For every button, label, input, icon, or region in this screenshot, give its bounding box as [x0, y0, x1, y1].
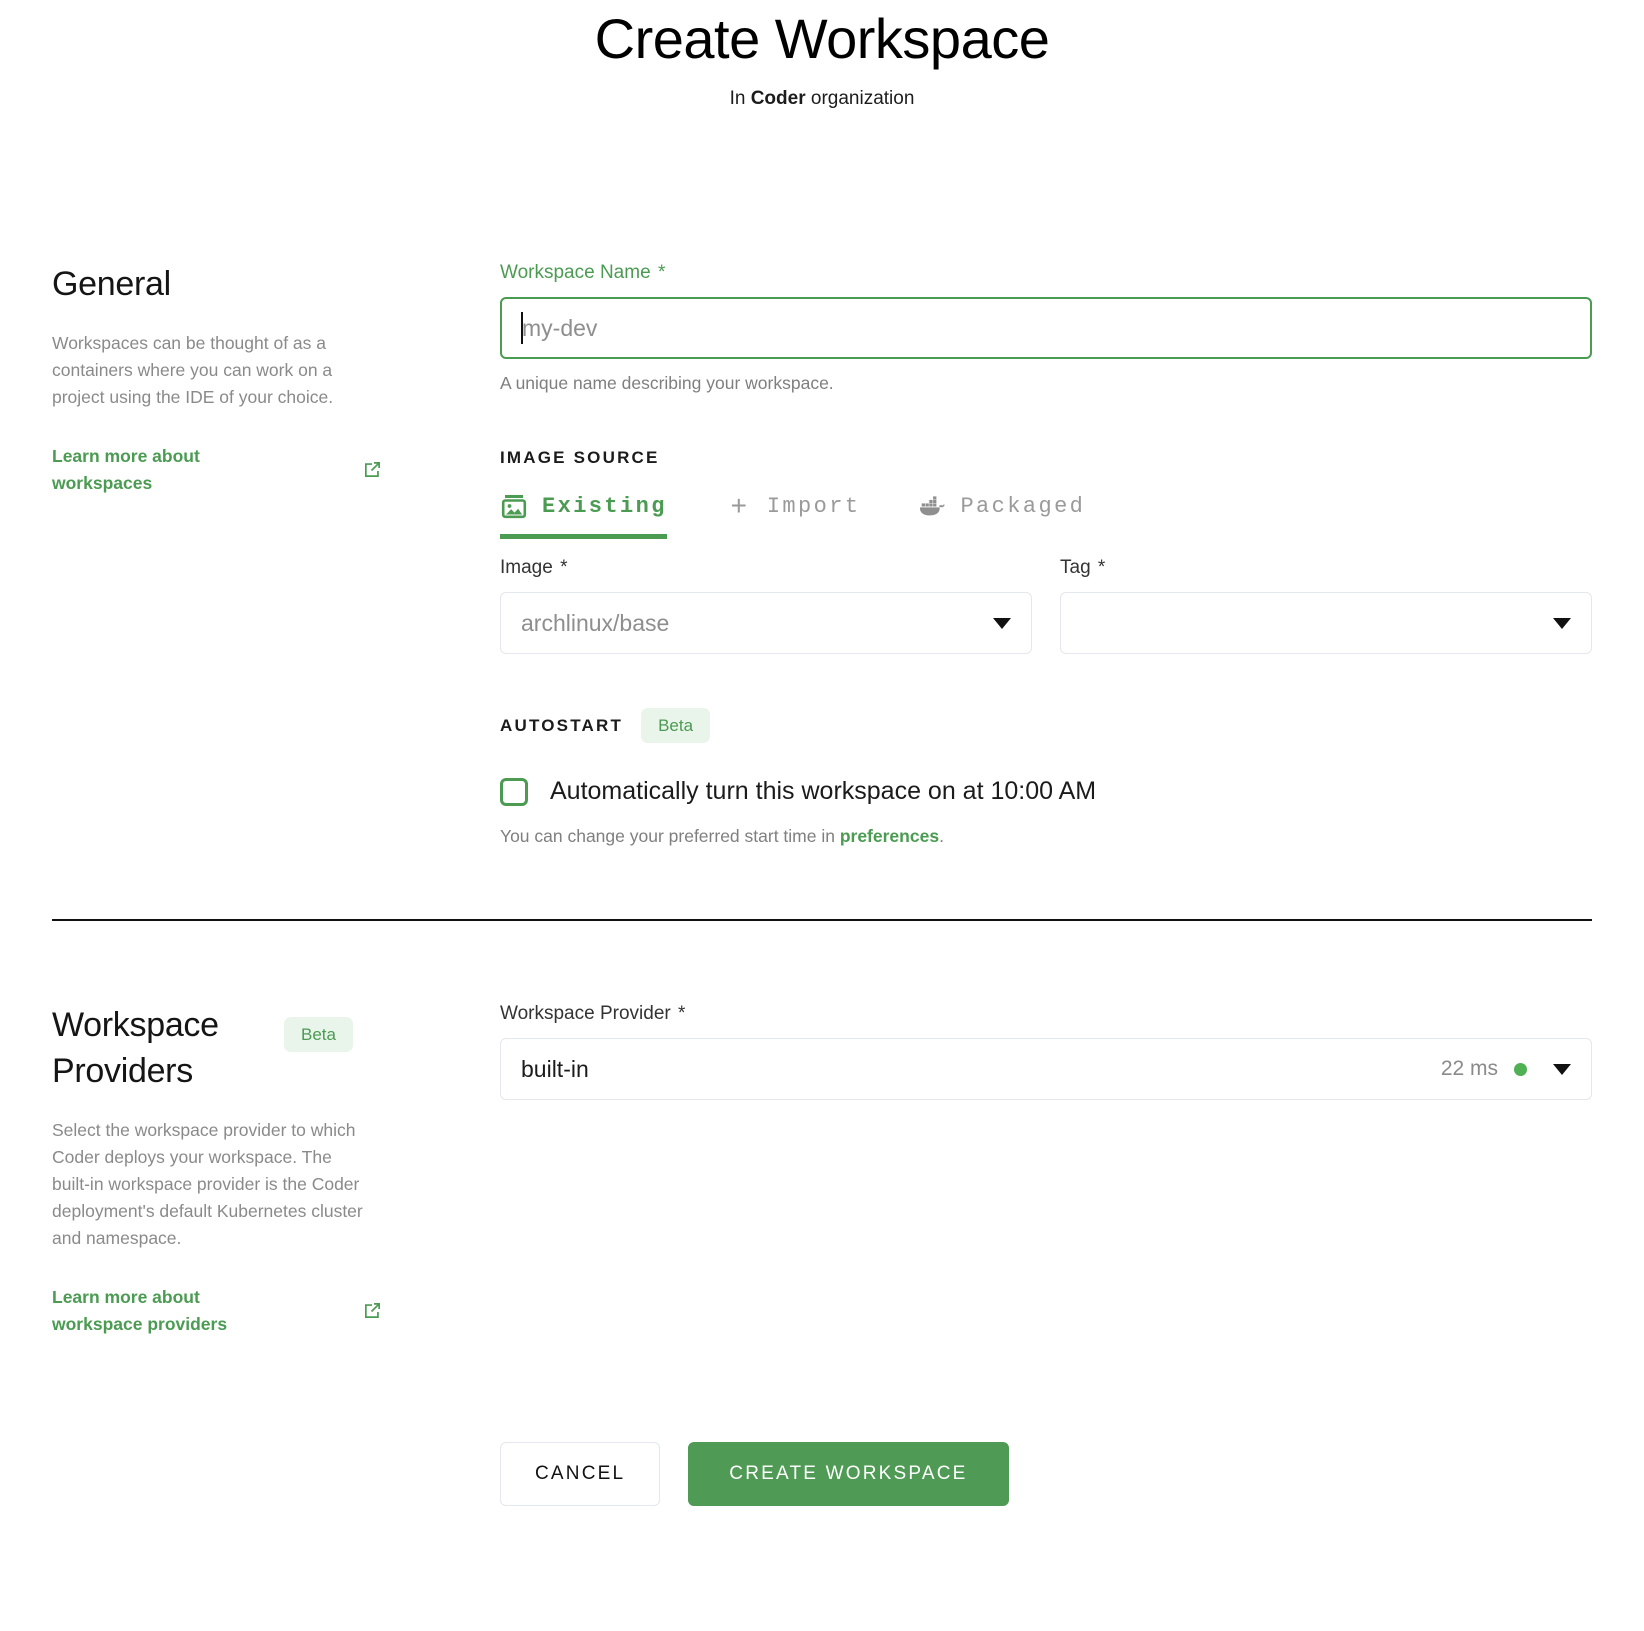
autostart-helper: You can change your preferred start time…	[500, 826, 1592, 847]
tab-existing[interactable]: Existing	[500, 488, 667, 539]
tag-required: *	[1097, 557, 1106, 578]
autostart-checkbox[interactable]	[500, 777, 528, 806]
image-select-value: archlinux/base	[521, 609, 670, 636]
autostart-group-header: AUTOSTART Beta	[500, 708, 1592, 743]
subtitle-prefix: In	[729, 88, 751, 109]
providers-main: Workspace Provider * built-in 22 ms	[474, 1003, 1592, 1338]
autostart-label: AUTOSTART	[500, 715, 624, 735]
subtitle-suffix: organization	[805, 88, 915, 109]
workspace-provider-right: 22 ms	[1441, 1057, 1571, 1081]
image-source-tabs: Existing + Import Packaged	[500, 488, 1592, 539]
page-subtitle: In Coder organization	[0, 88, 1644, 110]
autostart-helper-prefix: You can change your preferred start time…	[500, 826, 840, 846]
image-source-group-header: IMAGE SOURCE	[500, 448, 1592, 468]
autostart-helper-suffix: .	[939, 826, 944, 846]
workspace-provider-select[interactable]: built-in 22 ms	[500, 1038, 1592, 1100]
chevron-down-icon	[993, 617, 1011, 629]
create-workspace-button[interactable]: CREATE WORKSPACE	[688, 1441, 1009, 1506]
tag-select[interactable]	[1060, 592, 1592, 654]
autostart-checkbox-label: Automatically turn this workspace on at …	[550, 777, 1097, 805]
workspace-name-helper: A unique name describing your workspace.	[500, 373, 834, 393]
learn-more-workspaces-label: Learn more about workspaces	[52, 445, 200, 493]
autostart-beta-badge: Beta	[641, 708, 711, 743]
general-title: General	[52, 265, 171, 303]
preferences-link[interactable]: preferences	[840, 826, 939, 846]
tag-label-text: Tag	[1060, 557, 1091, 578]
workspace-name-label-text: Workspace Name	[500, 262, 651, 283]
general-main: Workspace Name * A unique name describin…	[474, 262, 1592, 847]
workspace-name-input[interactable]	[500, 297, 1592, 359]
providers-description: Select the workspace provider to which C…	[52, 1119, 363, 1248]
image-required: *	[560, 557, 568, 578]
plus-icon: +	[730, 490, 747, 521]
tab-packaged-label: Packaged	[960, 493, 1086, 519]
chevron-down-icon	[1553, 1063, 1571, 1075]
external-link-icon	[363, 1301, 382, 1320]
general-aside: General Workspaces can be thought of as …	[52, 262, 474, 847]
text-cursor	[521, 312, 523, 344]
workspace-provider-required: *	[678, 1003, 686, 1024]
tab-import-label: Import	[766, 493, 861, 519]
image-select-right	[993, 617, 1011, 629]
image-icon	[500, 492, 528, 520]
autostart-checkbox-row[interactable]: Automatically turn this workspace on at …	[500, 777, 1592, 806]
image-tag-row: Image * archlinux/base Tag *	[500, 557, 1592, 654]
image-select[interactable]: archlinux/base	[500, 592, 1032, 654]
tab-import[interactable]: + Import	[725, 488, 861, 539]
section-divider	[52, 919, 1592, 921]
providers-beta-badge: Beta	[284, 1017, 353, 1052]
providers-title: Workspace Providers	[52, 1006, 219, 1090]
workspace-name-required: *	[657, 262, 666, 283]
providers-aside: Workspace Providers Beta Select the work…	[52, 1003, 474, 1338]
tab-packaged[interactable]: Packaged	[918, 488, 1085, 539]
docker-icon	[918, 492, 946, 520]
page-title: Create Workspace	[594, 7, 1050, 70]
form-footer: CANCEL CREATE WORKSPACE	[0, 1441, 1644, 1506]
workspace-providers-section: Workspace Providers Beta Select the work…	[0, 1003, 1644, 1338]
image-label: Image *	[500, 557, 1032, 579]
organization-name: Coder	[750, 88, 806, 109]
footer-buttons: CANCEL CREATE WORKSPACE	[500, 1441, 1009, 1506]
general-aside-head: General	[52, 262, 434, 308]
workspace-provider-label-text: Workspace Provider	[500, 1003, 671, 1024]
general-section: General Workspaces can be thought of as …	[0, 262, 1644, 847]
status-dot-icon	[1514, 1062, 1527, 1076]
create-workspace-page: Create Workspace In Coder organization G…	[0, 0, 1644, 1506]
workspace-name-label: Workspace Name *	[500, 262, 1592, 284]
tag-label: Tag *	[1060, 557, 1592, 579]
page-header: Create Workspace In Coder organization	[0, 0, 1644, 110]
external-link-icon	[363, 460, 382, 479]
general-description: Workspaces can be thought of as a contai…	[52, 332, 334, 407]
chevron-down-icon	[1553, 617, 1571, 629]
providers-aside-head: Workspace Providers Beta	[52, 1003, 434, 1095]
learn-more-workspaces-link[interactable]: Learn more about workspaces	[52, 443, 382, 497]
image-label-text: Image	[500, 557, 553, 578]
tab-existing-label: Existing	[542, 493, 667, 519]
tag-field: Tag *	[1060, 557, 1592, 654]
tag-select-right	[1553, 617, 1571, 629]
cancel-button[interactable]: CANCEL	[500, 1441, 661, 1506]
image-field: Image * archlinux/base	[500, 557, 1032, 654]
image-source-label: IMAGE SOURCE	[500, 448, 660, 467]
workspace-provider-label: Workspace Provider *	[500, 1003, 1592, 1025]
provider-latency: 22 ms	[1440, 1057, 1498, 1080]
learn-more-providers-link[interactable]: Learn more about workspace providers	[52, 1284, 382, 1338]
workspace-provider-value: built-in	[521, 1055, 589, 1082]
workspace-name-input-wrap	[500, 297, 1592, 359]
learn-more-providers-label: Learn more about workspace providers	[52, 1286, 228, 1334]
